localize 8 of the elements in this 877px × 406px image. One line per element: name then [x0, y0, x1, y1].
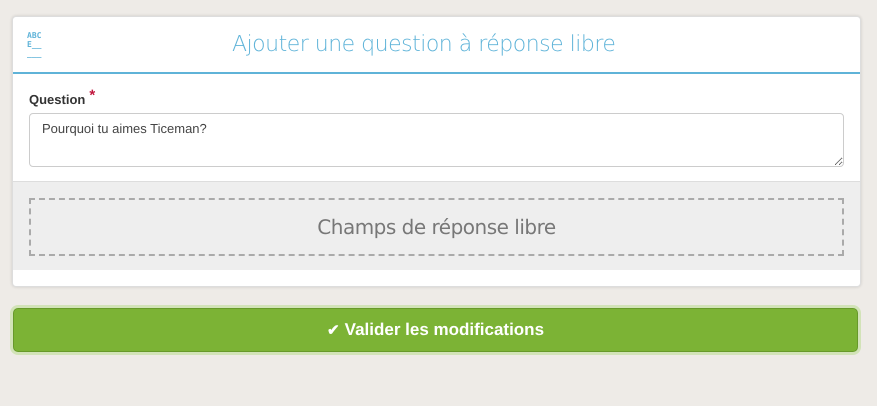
form-title: Ajouter une question à réponse libre [231, 32, 616, 57]
submit-button[interactable]: ✔ Valider les modifications [13, 308, 858, 352]
check-icon: ✔ [326, 322, 340, 339]
answer-drop-zone[interactable]: Champs de réponse libre [29, 198, 844, 256]
field-label: Question [29, 92, 86, 107]
text-lines-icon: ABC E__ ___ [27, 31, 42, 58]
required-mark: * [89, 87, 96, 104]
question-field[interactable]: Pourquoi tu aimes Ticeman? [29, 113, 844, 167]
